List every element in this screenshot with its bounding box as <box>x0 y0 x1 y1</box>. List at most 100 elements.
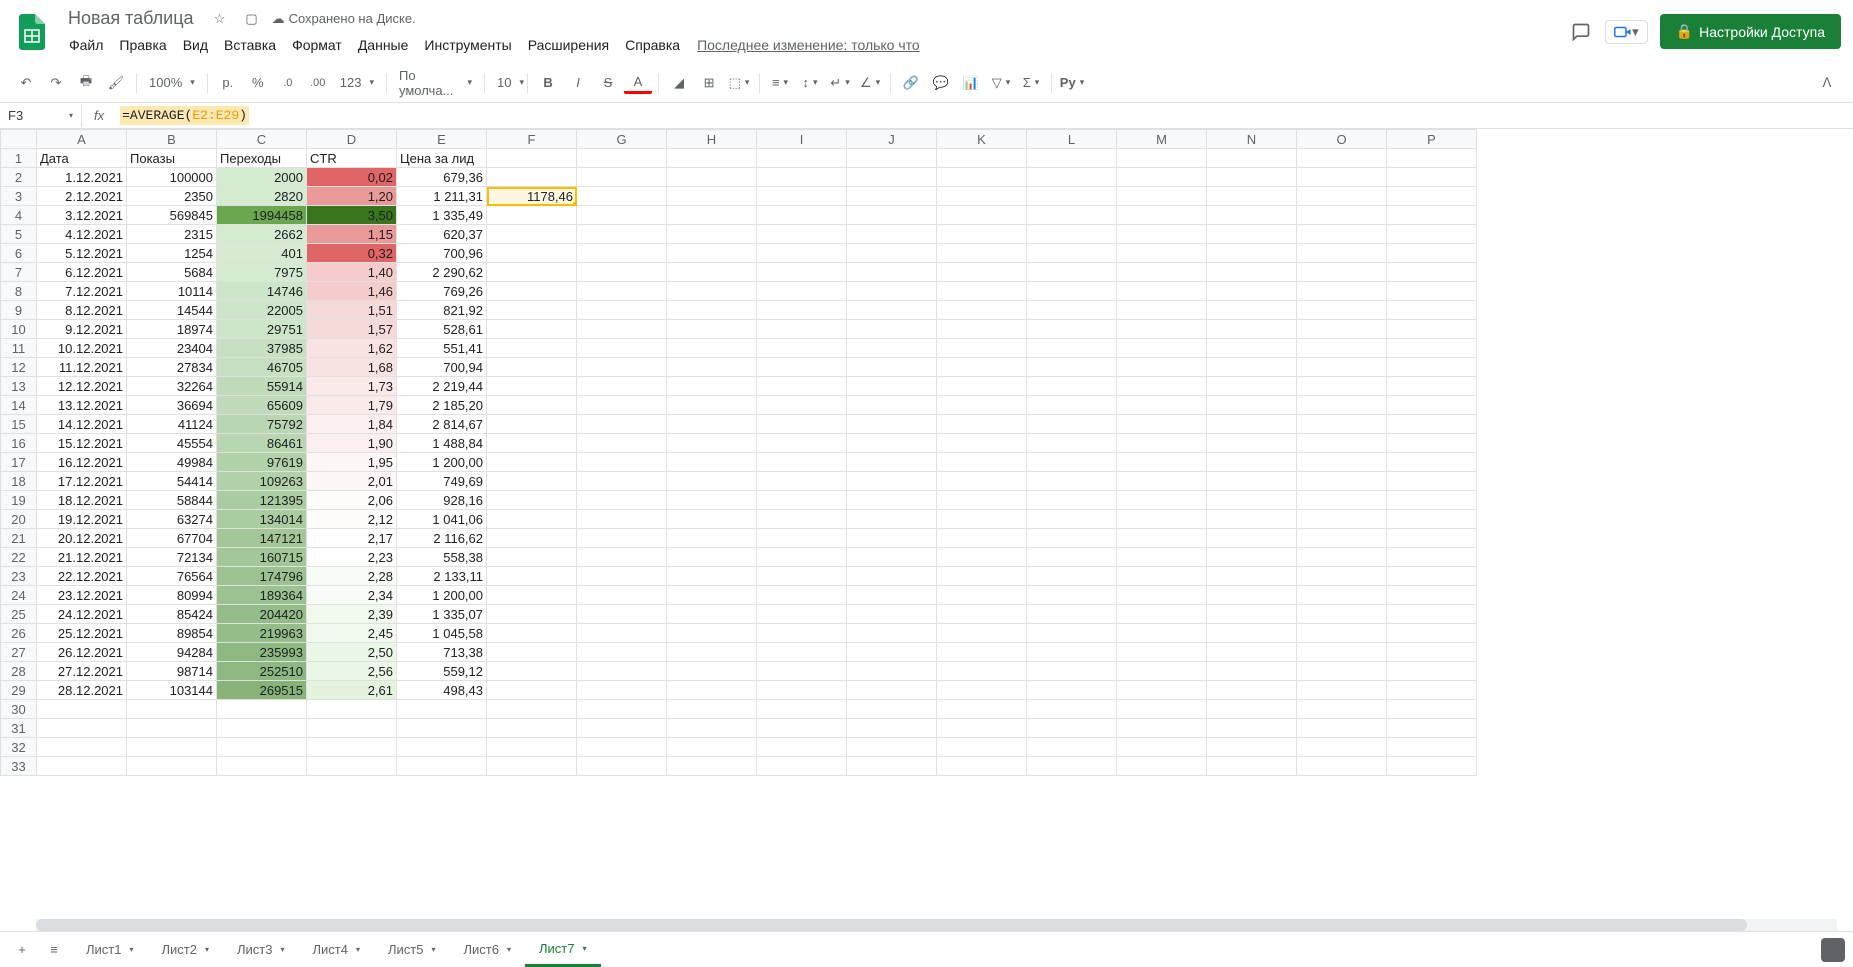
cell[interactable] <box>757 434 847 453</box>
cell[interactable]: 3.12.2021 <box>37 206 127 225</box>
cell[interactable] <box>1117 643 1207 662</box>
cell[interactable] <box>1117 415 1207 434</box>
comment-icon[interactable]: 💬 <box>927 69 955 97</box>
cell[interactable]: 89854 <box>127 624 217 643</box>
cell[interactable] <box>1207 757 1297 776</box>
cell[interactable] <box>847 643 937 662</box>
cell[interactable] <box>1387 453 1477 472</box>
cell[interactable] <box>847 529 937 548</box>
cell[interactable] <box>847 605 937 624</box>
cell[interactable]: 24.12.2021 <box>37 605 127 624</box>
col-header-P[interactable]: P <box>1387 130 1477 149</box>
cell[interactable]: 28.12.2021 <box>37 681 127 700</box>
cell[interactable] <box>1387 757 1477 776</box>
cell[interactable] <box>1117 244 1207 263</box>
cell[interactable]: 2,34 <box>307 586 397 605</box>
cell[interactable] <box>937 662 1027 681</box>
cell[interactable] <box>1207 586 1297 605</box>
cell[interactable] <box>1027 510 1117 529</box>
cell[interactable]: 12.12.2021 <box>37 377 127 396</box>
cell[interactable] <box>1117 757 1207 776</box>
increase-decimal[interactable]: .00 <box>304 69 332 97</box>
cell[interactable]: 620,37 <box>397 225 487 244</box>
font-select[interactable]: По умолча... <box>393 64 478 102</box>
cell[interactable] <box>307 700 397 719</box>
cell[interactable] <box>487 624 577 643</box>
cell[interactable] <box>577 453 667 472</box>
cell[interactable] <box>577 472 667 491</box>
sheet-tab[interactable]: Лист7 <box>525 933 601 967</box>
cell[interactable] <box>127 757 217 776</box>
cell[interactable]: 32264 <box>127 377 217 396</box>
cell[interactable] <box>307 757 397 776</box>
cell[interactable]: 174796 <box>217 567 307 586</box>
cell[interactable]: 37985 <box>217 339 307 358</box>
cell[interactable]: 2 814,67 <box>397 415 487 434</box>
wrap-icon[interactable]: ↵ <box>826 69 854 97</box>
cell[interactable] <box>757 472 847 491</box>
cell[interactable]: 928,16 <box>397 491 487 510</box>
horizontal-scrollbar[interactable] <box>36 919 1837 931</box>
cell[interactable] <box>847 377 937 396</box>
cell[interactable] <box>847 434 937 453</box>
cell[interactable] <box>1027 605 1117 624</box>
cell[interactable] <box>577 719 667 738</box>
cell[interactable] <box>1027 263 1117 282</box>
cell[interactable] <box>1297 168 1387 187</box>
cell[interactable] <box>1117 377 1207 396</box>
cell[interactable] <box>577 244 667 263</box>
cell[interactable]: 2,61 <box>307 681 397 700</box>
cell[interactable] <box>1027 225 1117 244</box>
cell[interactable] <box>937 301 1027 320</box>
cell[interactable] <box>937 700 1027 719</box>
cell[interactable] <box>577 396 667 415</box>
cell[interactable] <box>487 453 577 472</box>
cell[interactable] <box>757 301 847 320</box>
cell[interactable] <box>1297 681 1387 700</box>
cell[interactable] <box>577 567 667 586</box>
cell[interactable] <box>1387 377 1477 396</box>
cell[interactable] <box>757 415 847 434</box>
sheet-tab[interactable]: Лист5 <box>374 933 450 967</box>
cell[interactable]: 54414 <box>127 472 217 491</box>
cell[interactable]: 1 488,84 <box>397 434 487 453</box>
row-header[interactable]: 33 <box>1 757 37 776</box>
cell[interactable] <box>1117 624 1207 643</box>
cell[interactable] <box>847 187 937 206</box>
cell[interactable] <box>847 301 937 320</box>
cell[interactable] <box>1297 358 1387 377</box>
row-header[interactable]: 7 <box>1 263 37 282</box>
menu-инструменты[interactable]: Инструменты <box>417 33 518 57</box>
cell[interactable] <box>1207 548 1297 567</box>
cell[interactable] <box>667 187 757 206</box>
row-header[interactable]: 2 <box>1 168 37 187</box>
cell[interactable]: 2.12.2021 <box>37 187 127 206</box>
menu-вид[interactable]: Вид <box>176 33 215 57</box>
cell[interactable] <box>1297 757 1387 776</box>
cell[interactable] <box>1027 168 1117 187</box>
cell[interactable] <box>1297 187 1387 206</box>
cell[interactable] <box>1297 396 1387 415</box>
cell[interactable]: 45554 <box>127 434 217 453</box>
row-header[interactable]: 6 <box>1 244 37 263</box>
bold-icon[interactable]: B <box>534 69 562 97</box>
cell[interactable] <box>1027 548 1117 567</box>
cell[interactable] <box>667 700 757 719</box>
cell[interactable] <box>847 320 937 339</box>
rotate-icon[interactable]: ∠ <box>856 69 884 97</box>
italic-icon[interactable]: I <box>564 69 592 97</box>
cell[interactable]: CTR <box>307 149 397 168</box>
cell[interactable]: 2315 <box>127 225 217 244</box>
cell[interactable]: 36694 <box>127 396 217 415</box>
cell[interactable] <box>757 453 847 472</box>
cell[interactable]: 700,96 <box>397 244 487 263</box>
cell[interactable] <box>1297 453 1387 472</box>
cell[interactable]: 1 335,49 <box>397 206 487 225</box>
cell[interactable] <box>127 719 217 738</box>
cell[interactable] <box>937 149 1027 168</box>
cell[interactable]: 2,17 <box>307 529 397 548</box>
cell[interactable]: 713,38 <box>397 643 487 662</box>
cell[interactable] <box>1027 282 1117 301</box>
cell[interactable] <box>1207 339 1297 358</box>
sheet-tab[interactable]: Лист4 <box>299 933 375 967</box>
